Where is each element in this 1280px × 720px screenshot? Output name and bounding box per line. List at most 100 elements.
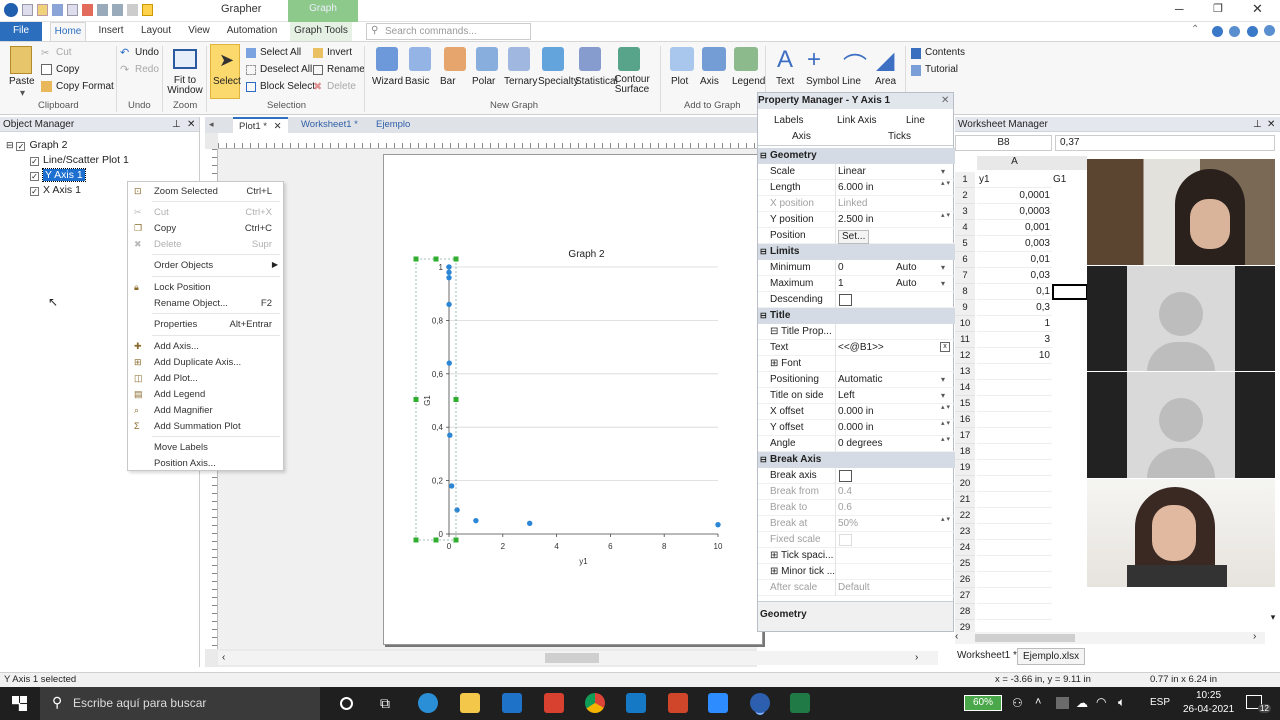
- cell-a[interactable]: [977, 380, 1052, 396]
- property-checkbox[interactable]: [839, 470, 852, 482]
- scroll-left-icon[interactable]: ‹: [222, 652, 225, 663]
- task-view-icon[interactable]: ⧉: [380, 695, 390, 712]
- row-header[interactable]: 6: [955, 252, 975, 268]
- paste-button[interactable]: Paste: [9, 76, 35, 87]
- edge-icon[interactable]: [418, 693, 438, 713]
- powerpoint-icon[interactable]: [668, 693, 688, 713]
- selection-handle[interactable]: [433, 256, 439, 262]
- worksheet-hscrollbar[interactable]: ‹ ›: [955, 631, 1265, 644]
- row-header[interactable]: 10: [955, 316, 975, 332]
- tab-link-axis[interactable]: Link Axis: [837, 115, 876, 126]
- property-section-title[interactable]: Title ⊟: [758, 308, 955, 324]
- contents-button[interactable]: Contents: [925, 47, 965, 58]
- row-header[interactable]: 4: [955, 220, 975, 236]
- add-plot-button[interactable]: Plot: [671, 76, 688, 87]
- cell-a[interactable]: 10: [977, 348, 1052, 364]
- context-menu-item-add-magnifier[interactable]: ⌕ Add Magnifier: [128, 404, 283, 419]
- tray-app-icon[interactable]: [1056, 697, 1069, 709]
- person-icon[interactable]: ⚇: [1012, 696, 1023, 710]
- row-header[interactable]: 19: [955, 460, 975, 476]
- cell-a[interactable]: [977, 588, 1052, 604]
- property-row[interactable]: Minimum 0 Auto ▾: [758, 260, 955, 276]
- new-graph-specialty-button[interactable]: Specialty: [538, 76, 579, 87]
- spinner-icon[interactable]: ▴ ▾: [941, 212, 950, 220]
- row-header[interactable]: 18: [955, 444, 975, 460]
- property-row[interactable]: ⊞ Tick spaci...: [758, 548, 955, 564]
- row-header[interactable]: 13: [955, 364, 975, 380]
- mail-icon[interactable]: [502, 693, 522, 713]
- draw-text-button[interactable]: Text: [776, 76, 794, 87]
- context-menu-item-add-axis[interactable]: ✚ Add Axis...: [128, 340, 283, 355]
- row-header[interactable]: 3: [955, 204, 975, 220]
- cell-a[interactable]: 0,003: [977, 236, 1052, 252]
- property-row[interactable]: Length 6.000 in ▴ ▾: [758, 180, 955, 196]
- property-row[interactable]: X offset 0.000 in ▴ ▾: [758, 404, 955, 420]
- context-menu-item-add-duplicate-axis[interactable]: ⊞ Add Duplicate Axis...: [128, 356, 283, 371]
- spinner-icon[interactable]: ▴ ▾: [941, 420, 950, 428]
- sheet-tab-ejemplo[interactable]: Ejemplo.xlsx: [1017, 648, 1086, 665]
- row-header[interactable]: 1: [955, 172, 975, 188]
- deselect-all-button[interactable]: Deselect All: [260, 64, 312, 75]
- maximize-button[interactable]: ❐: [1213, 2, 1223, 15]
- data-point[interactable]: [715, 521, 721, 528]
- property-row[interactable]: Scale Linear ▾: [758, 164, 955, 180]
- new-graph-contour-surface-button[interactable]: Contour Surface: [612, 75, 652, 95]
- dropdown-icon[interactable]: ▾: [941, 388, 945, 404]
- language-indicator[interactable]: ESP: [1150, 697, 1170, 708]
- context-menu-item-rename-object[interactable]: Rename Object... F2: [128, 297, 283, 312]
- tab-labels[interactable]: Labels: [774, 115, 803, 126]
- grapher-icon[interactable]: [750, 693, 770, 713]
- row-header[interactable]: 22: [955, 508, 975, 524]
- cell-a[interactable]: [977, 604, 1052, 620]
- context-menu-item-position-axis[interactable]: Position Axis...: [128, 457, 283, 472]
- tab-automation[interactable]: Automation: [222, 22, 282, 41]
- tab-graph-tools[interactable]: Graph Tools: [290, 22, 352, 41]
- property-row[interactable]: ⊞ Font: [758, 356, 955, 372]
- worksheet-vscrollbar[interactable]: ▾: [1267, 612, 1279, 626]
- row-header[interactable]: 28: [955, 604, 975, 620]
- cell-b8-selected[interactable]: [1052, 284, 1088, 300]
- context-menu-item-zoom-selected[interactable]: ⊡ Zoom Selected Ctrl+L: [128, 185, 283, 200]
- selection-handle[interactable]: [433, 537, 439, 543]
- column-header-b[interactable]: [1052, 156, 1087, 170]
- tab-layout[interactable]: Layout: [138, 22, 174, 41]
- cell-a[interactable]: 3: [977, 332, 1052, 348]
- cell-a[interactable]: 0,001: [977, 220, 1052, 236]
- search-commands[interactable]: ⚲ Search commands...: [366, 23, 531, 40]
- selection-handle[interactable]: [413, 537, 419, 543]
- dropdown-icon[interactable]: ▾: [941, 260, 945, 276]
- cell-a[interactable]: [977, 492, 1052, 508]
- add-legend-button[interactable]: Legend: [732, 76, 765, 87]
- row-header[interactable]: 17: [955, 428, 975, 444]
- tree-graph[interactable]: ⊟ ✓ Graph 2: [6, 139, 67, 151]
- pin-icon[interactable]: ⊥: [1253, 117, 1262, 132]
- excel-icon[interactable]: [790, 693, 810, 713]
- close-button[interactable]: ✕: [1252, 1, 1263, 17]
- selection-handle[interactable]: [413, 256, 419, 262]
- pin-icon[interactable]: ⊥: [172, 117, 181, 132]
- undo-button[interactable]: Undo: [135, 47, 159, 58]
- cut-button[interactable]: Cut: [56, 47, 72, 58]
- cell-a[interactable]: 0,03: [977, 268, 1052, 284]
- property-row[interactable]: Maximum 1 Auto ▾: [758, 276, 955, 292]
- column-header-a[interactable]: A: [977, 156, 1052, 170]
- new-graph-ternary-button[interactable]: Ternary: [504, 76, 537, 87]
- row-header[interactable]: 24: [955, 540, 975, 556]
- app-icon-l[interactable]: [626, 693, 646, 713]
- cell-value-field[interactable]: 0,37: [1055, 135, 1275, 151]
- new-graph-bar-button[interactable]: Bar: [440, 76, 456, 87]
- new-graph-polar-button[interactable]: Polar: [472, 76, 495, 87]
- data-point[interactable]: [446, 301, 452, 308]
- tree-x-axis[interactable]: ✓ X Axis 1: [30, 184, 81, 196]
- taskbar-search[interactable]: ⚲ Escribe aquí para buscar: [40, 687, 320, 720]
- context-menu-item-move-labels[interactable]: Move Labels: [128, 441, 283, 456]
- context-menu-item-add-legend[interactable]: ▤ Add Legend: [128, 388, 283, 403]
- copy-format-button[interactable]: Copy Format: [56, 81, 114, 92]
- select-button[interactable]: Select: [213, 76, 241, 87]
- property-row[interactable]: Break axis: [758, 468, 955, 484]
- cell-a[interactable]: [977, 524, 1052, 540]
- info-icon[interactable]: [1247, 26, 1258, 37]
- row-header[interactable]: 12: [955, 348, 975, 364]
- tray-chevron-icon[interactable]: ˄: [1035, 696, 1041, 708]
- cell-a[interactable]: y1: [977, 172, 1052, 188]
